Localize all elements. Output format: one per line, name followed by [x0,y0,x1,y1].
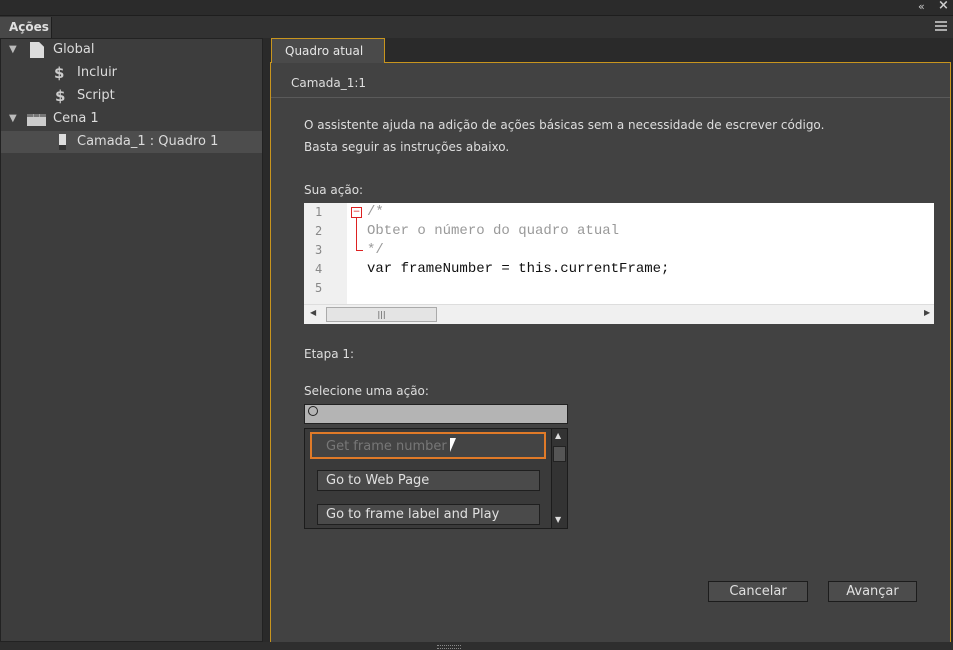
next-button[interactable]: Avançar [828,581,917,602]
code-editor[interactable]: 1 2 3 4 5 − /* Obter o número do quadro … [304,203,934,324]
tree-item-global[interactable]: ▼ Global [1,39,262,61]
select-action-label: Selecione uma ação: [304,384,429,398]
close-icon[interactable]: × [938,0,949,13]
fold-collapse-icon[interactable]: − [351,207,362,218]
tree-item-incluir[interactable]: $ Incluir [1,62,262,84]
layer-frame-label: Camada_1:1 [291,76,367,90]
step-label: Etapa 1: [304,347,355,361]
scrollbar-thumb[interactable]: ||| [326,307,437,322]
action-go-to-web-page[interactable]: Go to Web Page [317,470,540,491]
frame-icon [59,134,66,150]
tree-item-camada-1-quadro-1[interactable]: Camada_1 : Quadro 1 [1,131,262,153]
code-line: /* [367,204,384,220]
tree-item-cena-1[interactable]: ▼ Cena 1 [1,108,262,130]
expand-triangle-icon[interactable]: ▼ [9,108,17,130]
search-icon [308,406,318,416]
scroll-left-icon[interactable]: ◀ [310,308,316,317]
resize-grip-icon[interactable] [437,645,461,649]
intro-text-2: Basta seguir as instruções abaixo. [304,140,510,154]
code-line: */ [367,242,384,258]
file-icon [30,42,44,58]
tree-label: Cena 1 [53,111,99,126]
tree-label: Incluir [77,65,118,80]
divider [271,97,950,98]
script-icon: $ [55,87,66,105]
scrollbar-thumb[interactable] [553,446,566,462]
intro-text-1: O assistente ajuda na adição de ações bá… [304,118,825,132]
tree-item-script[interactable]: $ Script [1,85,262,107]
action-get-frame-number[interactable]: Get frame number [310,432,546,459]
panel-menu-icon[interactable] [935,21,947,31]
action-search-input[interactable] [304,404,568,424]
list-scrollbar[interactable]: ▲ ▼ [551,429,567,528]
line-gutter [304,203,347,304]
scroll-up-icon[interactable]: ▲ [555,431,561,440]
tab-quadro-atual[interactable]: Quadro atual [271,38,385,63]
tree-label: Camada_1 : Quadro 1 [77,134,219,149]
action-go-to-frame-label-and-play[interactable]: Go to frame label and Play [317,504,540,525]
mouse-cursor-icon [450,438,456,452]
scroll-down-icon[interactable]: ▼ [555,515,561,524]
top-bar: « × [0,0,953,16]
include-script-icon: $ [54,64,65,82]
line-number: 3 [315,243,323,257]
code-line: var frameNumber = this.currentFrame; [367,261,670,277]
tab-row [0,16,953,38]
tree-label: Script [77,88,115,103]
line-number: 2 [315,224,323,238]
line-number: 1 [315,205,323,219]
fold-line [356,218,363,251]
actions-tree: ▼ Global $ Incluir $ Script ▼ Cena 1 Cam… [0,38,263,642]
tab-acoes[interactable]: Ações [0,17,52,38]
tree-label: Global [53,42,95,57]
action-list: Get frame number Go to Web Page Go to fr… [304,428,568,529]
code-line: Obter o número do quadro atual [367,223,620,239]
collapse-icon[interactable]: « [918,0,925,13]
scroll-right-icon[interactable]: ▶ [924,308,930,317]
cancel-button[interactable]: Cancelar [708,581,808,602]
line-number: 4 [315,262,323,276]
scene-clapper-icon [27,114,46,126]
your-action-label: Sua ação: [304,183,364,197]
expand-triangle-icon[interactable]: ▼ [9,39,17,61]
horizontal-scrollbar[interactable]: ◀ ||| ▶ [304,304,934,324]
bottom-bar [0,642,953,650]
line-number: 5 [315,281,323,295]
